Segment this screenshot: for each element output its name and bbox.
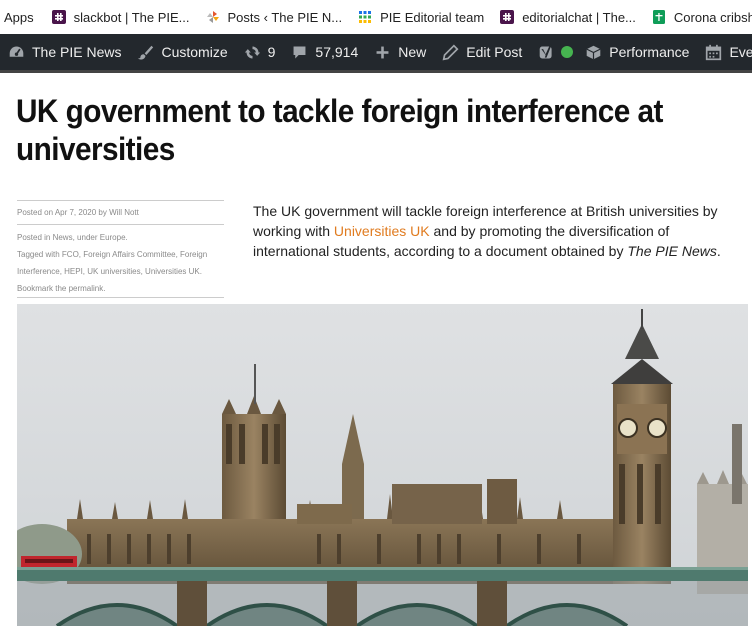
performance-label: Performance bbox=[609, 44, 690, 60]
updates-count: 9 bbox=[267, 44, 276, 60]
slack-icon bbox=[51, 10, 66, 24]
bookmark-label: editorialchat | The... bbox=[522, 9, 636, 25]
edit-post-label: Edit Post bbox=[466, 44, 523, 60]
admin-site-link[interactable]: The PIE News bbox=[0, 34, 129, 70]
sheets-icon bbox=[652, 10, 665, 24]
permalink-link[interactable]: permalink bbox=[69, 284, 104, 293]
period: . bbox=[125, 233, 128, 242]
pencil-icon bbox=[442, 43, 459, 60]
bookmark-posts[interactable]: Posts ‹ The PIE N... bbox=[206, 9, 343, 25]
posted-on: Posted on Apr 7, 2020 by Will Nott bbox=[17, 200, 224, 225]
slack-icon bbox=[500, 10, 515, 24]
bookmark-editorial-team[interactable]: PIE Editorial team bbox=[358, 10, 484, 25]
admin-comments[interactable]: 57,914 bbox=[283, 34, 366, 70]
yoast-icon bbox=[539, 44, 552, 58]
article-title: UK government to tackle foreign interfer… bbox=[16, 93, 663, 167]
bookmark-label: Posts ‹ The PIE N... bbox=[227, 9, 343, 25]
category-link[interactable]: News bbox=[53, 233, 73, 242]
bookmark-label: Apps bbox=[4, 9, 34, 25]
post-taxonomy: Posted in News, under Europe. Tagged wit… bbox=[17, 225, 224, 298]
admin-performance[interactable]: Performance bbox=[577, 34, 697, 70]
bookmark-label: PIE Editorial team bbox=[380, 9, 485, 25]
header-divider bbox=[0, 70, 752, 73]
bookmark-editorialchat[interactable]: editorialchat | The... bbox=[500, 10, 636, 25]
bookmark-slackbot[interactable]: slackbot | The PIE... bbox=[51, 9, 190, 25]
bookmark-apps[interactable]: Apps bbox=[4, 10, 34, 25]
dashboard-gauge-icon bbox=[9, 46, 24, 57]
refresh-icon bbox=[244, 46, 260, 58]
admin-events[interactable]: Eve bbox=[697, 34, 752, 70]
universities-uk-link[interactable]: Universities UK bbox=[334, 223, 430, 239]
post-date-link[interactable]: Apr 7, 2020 bbox=[55, 208, 96, 217]
posted-in: Posted in News, under Europe. bbox=[17, 229, 224, 246]
westminster-photo bbox=[17, 304, 748, 626]
admin-updates[interactable]: 9 bbox=[236, 34, 284, 70]
admin-yoast[interactable] bbox=[530, 34, 577, 70]
plus-icon bbox=[376, 46, 389, 58]
comment-bubble-icon bbox=[293, 46, 306, 58]
bookmark-prefix: Bookmark the bbox=[17, 284, 69, 293]
post-meta: Posted on Apr 7, 2020 by Will Nott Poste… bbox=[17, 200, 224, 298]
article-lead: The UK government will tackle foreign in… bbox=[253, 201, 723, 261]
under-text: , under bbox=[72, 233, 100, 242]
admin-new[interactable]: New bbox=[366, 34, 434, 70]
events-label: Eve bbox=[729, 44, 752, 60]
paintbrush-icon bbox=[138, 45, 154, 60]
cube-icon bbox=[586, 45, 601, 59]
wp-admin-bar: The PIE News Customize 9 57,914 New Edit… bbox=[0, 34, 752, 70]
publication-name: The PIE News bbox=[627, 243, 717, 259]
new-label: New bbox=[398, 44, 427, 60]
tagged-with: Tagged with FCO, Foreign Affairs Committ… bbox=[17, 246, 224, 280]
calendar-icon bbox=[706, 44, 722, 60]
period: . bbox=[103, 284, 106, 293]
customize-label: Customize bbox=[161, 44, 228, 60]
bookmark-label: Corona cribsh bbox=[673, 9, 752, 25]
bookmark-label: slackbot | The PIE... bbox=[73, 9, 190, 25]
seo-status-dot bbox=[561, 46, 574, 58]
tagged-prefix: Tagged with bbox=[17, 250, 62, 259]
bookmark-permalink: Bookmark the permalink. bbox=[17, 280, 224, 297]
grid-icon bbox=[359, 11, 372, 23]
admin-edit-post[interactable]: Edit Post bbox=[434, 34, 530, 70]
pinwheel-icon bbox=[206, 11, 219, 23]
author-link[interactable]: Will Nott bbox=[109, 208, 139, 217]
posted-in-prefix: Posted in bbox=[17, 233, 53, 242]
admin-customize[interactable]: Customize bbox=[129, 34, 235, 70]
bookmarks-bar: Apps slackbot | The PIE... Posts ‹ The P… bbox=[0, 0, 752, 34]
comments-count: 57,914 bbox=[315, 44, 359, 60]
article-photo bbox=[17, 304, 748, 626]
posted-by: by bbox=[96, 208, 110, 217]
site-name: The PIE News bbox=[32, 44, 122, 60]
lead-text: . bbox=[716, 243, 721, 259]
region-link[interactable]: Europe bbox=[100, 233, 126, 242]
bookmark-corona[interactable]: Corona cribsh bbox=[652, 10, 752, 25]
posted-prefix: Posted on bbox=[17, 208, 55, 217]
